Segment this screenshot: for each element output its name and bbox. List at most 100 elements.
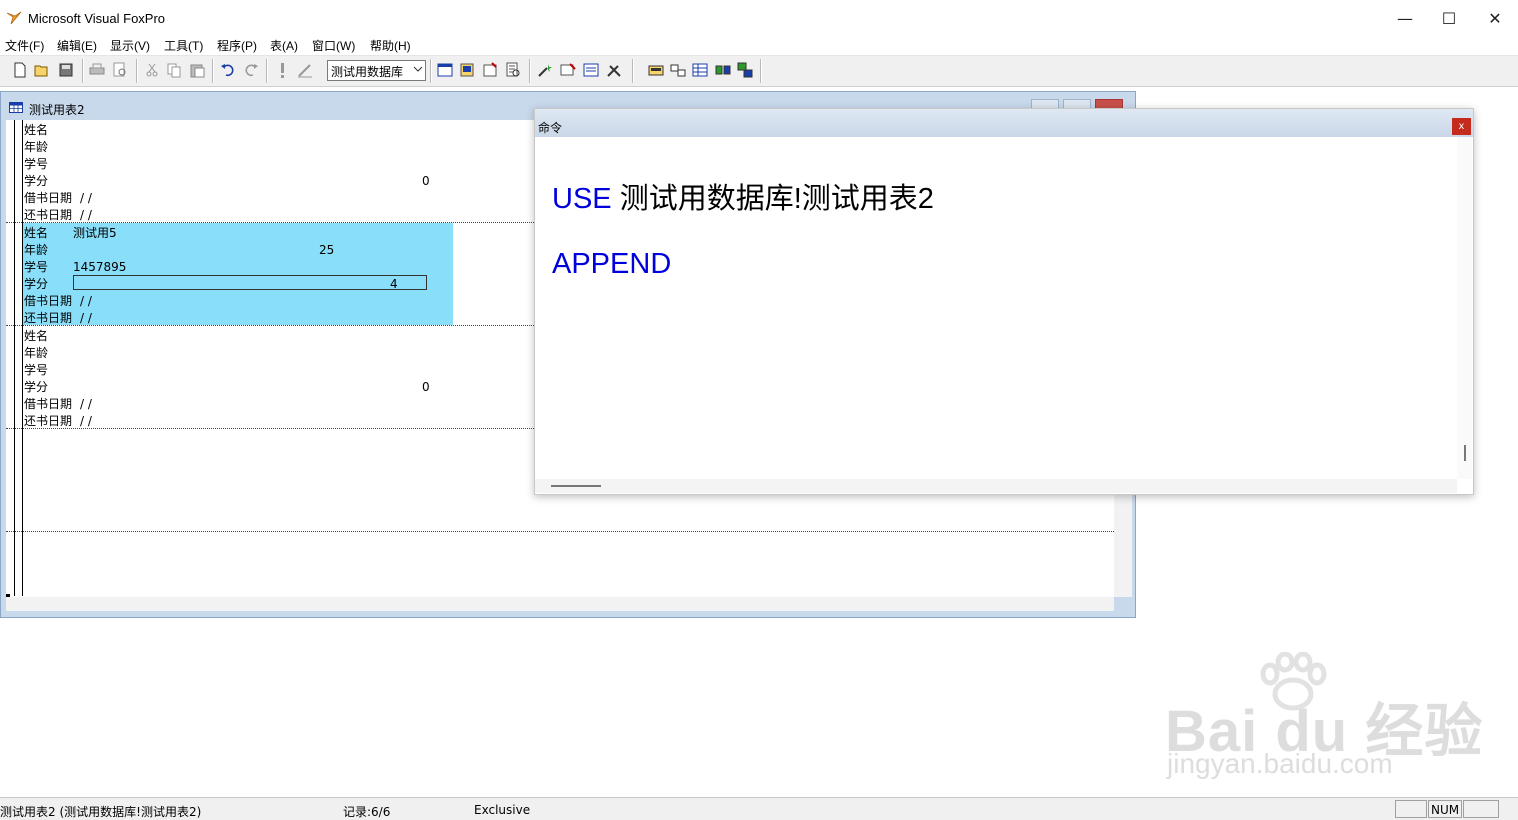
print-button[interactable] — [87, 60, 107, 80]
field-label: 还书日期 — [24, 414, 73, 428]
field-label: 学号 — [24, 260, 49, 274]
command-window-titlebar[interactable]: 命令 x — [535, 109, 1473, 137]
browse-grid-icon — [692, 63, 708, 77]
active-field-cursor[interactable] — [73, 275, 427, 290]
undo-icon — [221, 64, 234, 77]
field-label: 借书日期 — [24, 191, 73, 205]
report-wizard-button[interactable] — [503, 60, 523, 80]
toolbar-separator — [529, 59, 531, 83]
close-button[interactable]: ✕ — [1472, 0, 1518, 36]
field-value-credit[interactable]: 0 — [422, 380, 430, 394]
field-value-borrow-date[interactable]: / / — [80, 294, 92, 308]
field-label: 姓名 — [24, 329, 49, 343]
field-label: 还书日期 — [24, 208, 73, 222]
print-preview-button[interactable] — [110, 60, 130, 80]
run-button[interactable] — [272, 60, 292, 80]
database-combo-value: 测试用数据库 — [331, 65, 404, 79]
menu-window[interactable]: 窗口(W) — [312, 37, 355, 54]
field-label: 学号 — [24, 363, 49, 377]
minimize-button[interactable]: — — [1382, 0, 1428, 36]
command-argument: 测试用数据库!测试用表2 — [611, 183, 934, 215]
field-value-return-date[interactable]: / / — [80, 414, 92, 428]
report-wizard-icon — [506, 62, 520, 77]
field-value-age[interactable]: 25 — [319, 243, 334, 257]
open-button[interactable] — [32, 60, 52, 80]
toolbar-separator — [136, 59, 138, 83]
command-vertical-scrollbar[interactable] — [1457, 137, 1472, 479]
field-label: 年龄 — [24, 140, 49, 154]
autoform-button[interactable] — [535, 60, 555, 80]
undo-button[interactable] — [218, 60, 238, 80]
build-button[interactable] — [604, 60, 624, 80]
form-wizard-button[interactable] — [480, 60, 500, 80]
table-icon — [9, 102, 23, 113]
status-record-count: 记录:6/6 — [343, 805, 391, 819]
field-value-return-date[interactable]: / / — [80, 311, 92, 325]
status-num-panel: NUM — [1428, 800, 1462, 818]
command-window-icon — [437, 63, 453, 77]
form-wizard-icon — [483, 62, 497, 77]
foxpro-app-icon — [6, 11, 22, 25]
copy-button[interactable] — [164, 60, 184, 80]
save-icon — [59, 63, 73, 77]
query-button[interactable] — [581, 60, 601, 80]
command-line-2[interactable]: APPEND — [552, 248, 671, 281]
toolbar-separator — [266, 59, 268, 83]
command-line-1[interactable]: USE 测试用数据库!测试用表2 — [552, 175, 934, 217]
connections-button[interactable] — [735, 60, 755, 80]
field-label: 学分 — [24, 174, 49, 188]
paste-button[interactable] — [187, 60, 207, 80]
cut-button[interactable] — [142, 60, 162, 80]
scroll-thumb[interactable] — [551, 485, 601, 487]
new-file-icon — [14, 62, 26, 78]
relations-button[interactable] — [668, 60, 688, 80]
new-file-button[interactable] — [10, 60, 30, 80]
field-value-borrow-date[interactable]: / / — [80, 397, 92, 411]
close-icon: x — [1458, 121, 1465, 132]
table-window-title: 测试用表2 — [29, 103, 85, 117]
browse-button[interactable] — [690, 60, 710, 80]
database-combo[interactable]: 测试用数据库 — [327, 60, 426, 81]
redo-button[interactable] — [241, 60, 261, 80]
menu-file[interactable]: 文件(F) — [5, 37, 44, 54]
autoreport-icon — [560, 63, 576, 76]
field-value-name[interactable]: 测试用5 — [73, 226, 117, 240]
command-window-button[interactable] — [435, 60, 455, 80]
standard-toolbar — [0, 56, 1518, 87]
field-value-student-id[interactable]: 1457895 — [73, 260, 126, 274]
scroll-thumb[interactable] — [1464, 445, 1466, 461]
menu-tools[interactable]: 工具(T) — [164, 37, 203, 54]
field-value-credit[interactable]: 0 — [422, 174, 430, 188]
database-button[interactable] — [713, 60, 733, 80]
toolbar-separator — [430, 59, 432, 83]
save-button[interactable] — [56, 60, 76, 80]
wizard-wand-icon — [538, 64, 552, 77]
status-panel — [1463, 800, 1499, 818]
field-label: 还书日期 — [24, 311, 73, 325]
autoreport-button[interactable] — [558, 60, 578, 80]
data-session-button[interactable] — [457, 60, 477, 80]
field-value-return-date[interactable]: / / — [80, 208, 92, 222]
table-horizontal-scrollbar[interactable] — [6, 597, 1114, 611]
close-icon: ✕ — [1488, 8, 1502, 28]
field-label: 学号 — [24, 157, 49, 171]
command-horizontal-scrollbar[interactable] — [535, 479, 1457, 493]
modify-form-button[interactable] — [295, 60, 315, 80]
menu-help[interactable]: 帮助(H) — [370, 37, 411, 54]
field-label: 年龄 — [24, 346, 49, 360]
menu-program[interactable]: 程序(P) — [217, 37, 257, 54]
maximize-button[interactable]: ☐ — [1426, 0, 1472, 36]
status-num-lock: NUM — [1431, 803, 1460, 817]
chevron-down-icon[interactable] — [413, 62, 423, 79]
paste-icon — [190, 64, 205, 78]
database-icon — [715, 65, 731, 75]
field-value-borrow-date[interactable]: / / — [80, 191, 92, 205]
field-value-credit[interactable]: 4 — [390, 277, 398, 291]
query-icon — [583, 63, 599, 77]
command-close-button[interactable]: x — [1452, 118, 1471, 135]
menu-view[interactable]: 显示(V) — [110, 37, 150, 54]
table-designer-button[interactable] — [646, 60, 666, 80]
menu-edit[interactable]: 编辑(E) — [57, 37, 97, 54]
field-label: 借书日期 — [24, 397, 73, 411]
menu-table[interactable]: 表(A) — [270, 37, 298, 54]
